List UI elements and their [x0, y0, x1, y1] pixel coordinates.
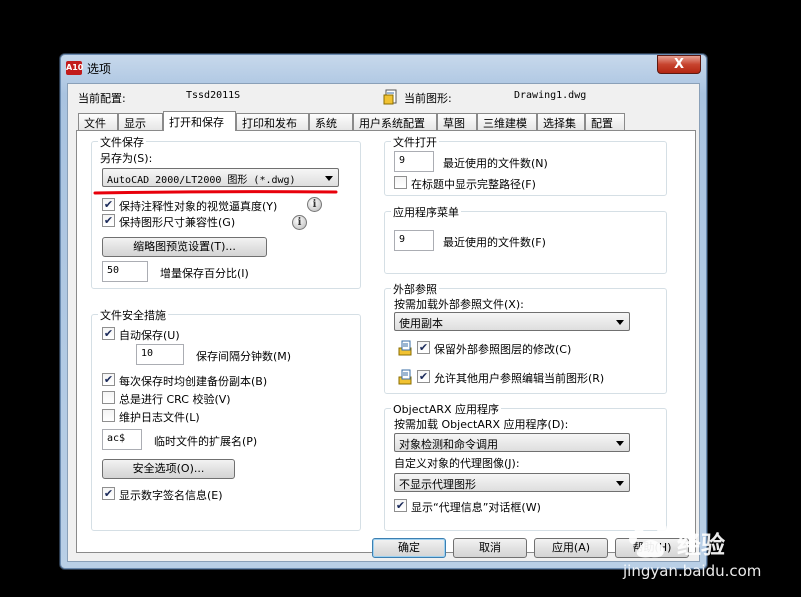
- file-save-group: 文件保存 另存为(S): AutoCAD 2000/LT2000 图形 (*.d…: [91, 134, 361, 289]
- proxy-images-select[interactable]: 不显示代理图形: [394, 473, 630, 492]
- current-drawing-value: Drawing1.dwg: [514, 90, 587, 101]
- arx-demand-load-label: 按需加载 ObjectARX 应用程序(D):: [394, 418, 569, 431]
- cancel-button[interactable]: 取消: [453, 538, 527, 558]
- save-as-select[interactable]: AutoCAD 2000/LT2000 图形 (*.dwg): [102, 168, 339, 187]
- profile-row: 当前配置: Tssd2011S 当前图形: Drawing1.dwg: [68, 84, 699, 110]
- file-save-title: 文件保存: [98, 134, 146, 150]
- thumbnail-settings-button[interactable]: 缩略图预览设置(T)...: [102, 237, 267, 257]
- temp-extension-label: 临时文件的扩展名(P): [154, 435, 258, 448]
- xref-edit-icon: [398, 369, 412, 385]
- app-menu-title: 应用程序菜单: [391, 204, 461, 220]
- tab-profiles[interactable]: 配置: [585, 113, 625, 130]
- autocad-app-icon: A10: [66, 61, 83, 75]
- save-as-value: AutoCAD 2000/LT2000 图形 (*.dwg): [107, 175, 296, 186]
- proxy-info-label: 显示“代理信息”对话框(W): [411, 501, 541, 514]
- retain-xref-changes-label: 保留外部参照图层的修改(C): [434, 343, 572, 356]
- annotation-underline: [93, 190, 338, 195]
- apply-button[interactable]: 应用(A): [534, 538, 608, 558]
- backup-copy-label: 每次保存时均创建备份副本(B): [119, 375, 268, 388]
- full-path-checkbox[interactable]: [394, 176, 407, 189]
- watermark-url: jingyan.baidu.com: [623, 562, 762, 580]
- xref-title: 外部参照: [391, 281, 439, 297]
- log-file-label: 维护日志文件(L): [119, 411, 200, 424]
- save-as-label: 另存为(S):: [100, 152, 153, 165]
- xref-demand-load-label: 按需加载外部参照文件(X):: [394, 298, 524, 311]
- baidu-jingyan-watermark: 经验 jingyan.baidu.com: [615, 515, 795, 595]
- app-menu-recent-label: 最近使用的文件数(F): [443, 236, 546, 249]
- title-bar[interactable]: A10 选项 X: [60, 54, 707, 82]
- temp-extension-input[interactable]: ac$: [102, 429, 142, 450]
- chevron-down-icon: [616, 441, 624, 446]
- info-icon[interactable]: i: [292, 215, 307, 230]
- recent-files-input[interactable]: 9: [394, 151, 434, 172]
- options-dialog: A10 选项 X 当前配置: Tssd2011S 当前图形: Drawing1.…: [59, 53, 708, 570]
- xref-demand-load-value: 使用副本: [399, 317, 443, 330]
- chevron-down-icon: [616, 481, 624, 486]
- current-profile-label: 当前配置:: [78, 92, 126, 105]
- tab-drafting[interactable]: 草图: [437, 113, 477, 130]
- full-path-label: 在标题中显示完整路径(F): [411, 178, 536, 191]
- incremental-save-label: 增量保存百分比(I): [160, 267, 249, 280]
- current-profile-value: Tssd2011S: [186, 90, 241, 101]
- allow-xref-edit-checkbox[interactable]: ✔: [417, 370, 430, 383]
- log-file-checkbox[interactable]: [102, 409, 115, 422]
- tab-selection[interactable]: 选择集: [537, 113, 585, 130]
- drawing-size-checkbox[interactable]: ✔: [102, 214, 115, 227]
- app-menu-recent-input[interactable]: 9: [394, 230, 434, 251]
- paw-logo-icon: [629, 517, 667, 558]
- security-options-button[interactable]: 安全选项(O)...: [102, 459, 235, 479]
- xref-group: 外部参照 按需加载外部参照文件(X): 使用副本 ✔ 保留外部参照图层的修改(C…: [384, 281, 667, 394]
- window-title: 选项: [87, 62, 112, 76]
- tab-display[interactable]: 显示: [118, 113, 163, 130]
- digital-signature-checkbox[interactable]: ✔: [102, 487, 115, 500]
- drawing-size-label: 保持图形尺寸兼容性(G): [119, 216, 236, 229]
- xref-demand-load-select[interactable]: 使用副本: [394, 312, 630, 331]
- digital-signature-label: 显示数字签名信息(E): [119, 489, 223, 502]
- autosave-label: 自动保存(U): [119, 329, 180, 342]
- autosave-minutes-input[interactable]: 10: [136, 344, 184, 365]
- objectarx-title: ObjectARX 应用程序: [391, 401, 502, 417]
- proxy-info-checkbox[interactable]: ✔: [394, 499, 407, 512]
- autosave-minutes-label: 保存间隔分钟数(M): [196, 350, 292, 363]
- ok-button[interactable]: 确定: [372, 538, 446, 558]
- arx-demand-load-value: 对象检测和命令调用: [399, 438, 498, 451]
- drawing-file-icon: [383, 89, 397, 105]
- proxy-images-label: 自定义对象的代理图像(J):: [394, 457, 520, 470]
- incremental-save-input[interactable]: 50: [102, 261, 148, 282]
- file-open-group: 文件打开 9 最近使用的文件数(N) 在标题中显示完整路径(F): [384, 134, 667, 196]
- chevron-down-icon: [616, 320, 624, 325]
- allow-xref-edit-label: 允许其他用户参照编辑当前图形(R): [434, 372, 605, 385]
- tab-3d-modeling[interactable]: 三维建模: [477, 113, 537, 130]
- watermark-brand: 经验: [677, 531, 725, 559]
- backup-copy-checkbox[interactable]: ✔: [102, 373, 115, 386]
- tab-user-preferences[interactable]: 用户系统配置: [353, 113, 437, 130]
- file-open-title: 文件打开: [391, 134, 439, 150]
- objectarx-group: ObjectARX 应用程序 按需加载 ObjectARX 应用程序(D): 对…: [384, 401, 667, 531]
- dialog-client-area: 当前配置: Tssd2011S 当前图形: Drawing1.dwg 文件 显示…: [67, 83, 700, 562]
- recent-files-label: 最近使用的文件数(N): [443, 157, 548, 170]
- current-drawing-label: 当前图形:: [404, 92, 452, 105]
- tab-files[interactable]: 文件: [78, 113, 118, 130]
- retain-xref-changes-checkbox[interactable]: ✔: [417, 341, 430, 354]
- visual-fidelity-checkbox[interactable]: ✔: [102, 198, 115, 211]
- app-menu-group: 应用程序菜单 9 最近使用的文件数(F): [384, 204, 667, 274]
- info-icon[interactable]: i: [307, 197, 322, 212]
- visual-fidelity-label: 保持注释性对象的视觉逼真度(Y): [119, 200, 278, 213]
- proxy-images-value: 不显示代理图形: [399, 478, 476, 491]
- xref-layer-icon: [398, 340, 412, 356]
- autosave-checkbox[interactable]: ✔: [102, 327, 115, 340]
- crc-validation-label: 总是进行 CRC 校验(V): [119, 393, 231, 406]
- tab-plot-publish[interactable]: 打印和发布: [236, 113, 309, 130]
- crc-validation-checkbox[interactable]: [102, 391, 115, 404]
- tab-system[interactable]: 系统: [309, 113, 353, 130]
- file-safety-title: 文件安全措施: [98, 307, 168, 323]
- file-safety-group: 文件安全措施 ✔ 自动保存(U) 10 保存间隔分钟数(M) ✔ 每次保存时均创…: [91, 307, 361, 531]
- tab-open-save[interactable]: 打开和保存: [163, 111, 236, 131]
- arx-demand-load-select[interactable]: 对象检测和命令调用: [394, 433, 630, 452]
- close-button[interactable]: X: [657, 55, 701, 74]
- chevron-down-icon: [325, 176, 333, 181]
